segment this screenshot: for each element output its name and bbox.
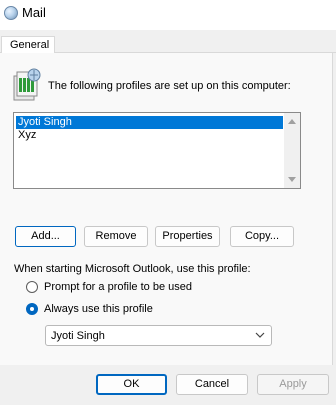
- general-tab-panel: [0, 53, 333, 365]
- default-profile-dropdown[interactable]: Jyoti Singh: [45, 325, 272, 346]
- chevron-down-icon[interactable]: [255, 330, 265, 340]
- remove-profile-button[interactable]: Remove: [84, 226, 148, 247]
- copy-profile-button[interactable]: Copy...: [230, 226, 294, 247]
- prompt-profile-radio[interactable]: [26, 281, 38, 293]
- profiles-listbox[interactable]: Jyoti Singh Xyz: [13, 112, 301, 189]
- default-profile-value: Jyoti Singh: [51, 330, 105, 342]
- add-profile-button[interactable]: Add...: [15, 226, 76, 247]
- tab-general-label: General: [10, 39, 50, 51]
- always-use-profile-radio[interactable]: [26, 303, 38, 315]
- always-use-profile-option[interactable]: Always use this profile: [26, 301, 186, 317]
- apply-button[interactable]: Apply: [257, 374, 329, 395]
- scroll-down-icon[interactable]: [288, 177, 296, 182]
- window-title: Mail: [22, 5, 46, 20]
- profiles-scrollbar[interactable]: [284, 113, 300, 188]
- always-use-profile-label: Always use this profile: [44, 303, 153, 315]
- profile-item-jyoti-singh[interactable]: Jyoti Singh: [16, 116, 283, 129]
- intro-text: The following profiles are set up on thi…: [48, 80, 291, 92]
- ok-button[interactable]: OK: [96, 374, 167, 395]
- prompt-profile-option[interactable]: Prompt for a profile to be used: [26, 279, 236, 295]
- profile-item-xyz[interactable]: Xyz: [16, 129, 36, 142]
- title-bar: [0, 0, 336, 30]
- profiles-icon: [13, 68, 41, 101]
- properties-button[interactable]: Properties: [155, 226, 220, 247]
- scroll-up-icon[interactable]: [288, 119, 296, 124]
- mail-setup-icon: [4, 6, 18, 20]
- cancel-button[interactable]: Cancel: [176, 374, 248, 395]
- startup-label: When starting Microsoft Outlook, use thi…: [14, 263, 251, 275]
- tab-general[interactable]: General: [1, 36, 55, 53]
- prompt-profile-label: Prompt for a profile to be used: [44, 281, 192, 293]
